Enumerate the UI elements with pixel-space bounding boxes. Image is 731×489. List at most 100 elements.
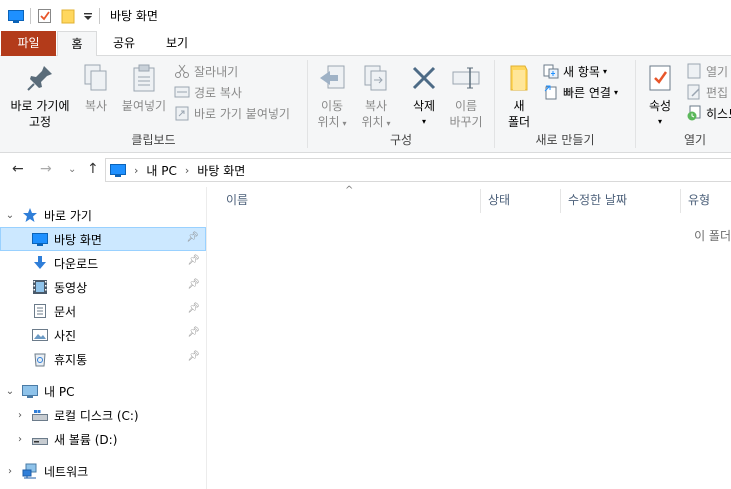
rename-label: 이름 바꾸기 bbox=[449, 99, 483, 129]
nav-item-drive-d[interactable]: › 새 볼륨 (D:) bbox=[0, 427, 206, 451]
address-desktop-icon bbox=[110, 162, 126, 178]
column-header-name[interactable]: 이름 bbox=[226, 187, 248, 213]
tab-home[interactable]: 홈 bbox=[57, 31, 97, 57]
breadcrumb-chevron-icon[interactable]: › bbox=[185, 164, 189, 177]
new-folder-icon bbox=[503, 62, 535, 94]
column-header-type[interactable]: 유형 bbox=[688, 187, 710, 213]
drive-label: 새 볼륨 (D:) bbox=[54, 432, 118, 447]
copy-to-label: 복사 위치 ▾ bbox=[361, 99, 391, 129]
pin-icon[interactable]: 📌︎ bbox=[187, 255, 200, 266]
pin-icon[interactable]: 📌︎ bbox=[186, 232, 199, 243]
properties-icon bbox=[644, 62, 676, 94]
properties-checkmark-icon[interactable] bbox=[37, 8, 53, 24]
toolbar-separator bbox=[30, 7, 31, 24]
column-header-date-modified[interactable]: 수정한 날짜 bbox=[568, 187, 627, 213]
properties-dropdown-icon[interactable]: ▾ bbox=[640, 114, 680, 130]
recent-locations-chevron-icon[interactable]: ⌄ bbox=[68, 164, 76, 175]
pin-icon[interactable]: 📌︎ bbox=[187, 303, 200, 314]
nav-item-downloads[interactable]: 다운로드 📌︎ bbox=[0, 251, 206, 275]
open-icon bbox=[686, 63, 702, 79]
column-divider[interactable] bbox=[680, 189, 681, 213]
new-folder-icon[interactable] bbox=[61, 8, 77, 24]
open-button[interactable]: 열기 bbox=[686, 61, 728, 81]
easy-access-label: 빠른 연결 bbox=[563, 85, 611, 100]
delete-x-icon bbox=[408, 62, 440, 94]
new-item-label: 새 항목 bbox=[563, 64, 600, 79]
open-group: 속성 ▾ 열기 편집 히스토 열기 bbox=[636, 56, 731, 153]
delete-dropdown-icon[interactable]: ▾ bbox=[406, 114, 442, 130]
network-node[interactable]: › 네트워크 bbox=[0, 459, 206, 483]
move-to-button[interactable]: 이동 위치 ▾ bbox=[312, 62, 352, 132]
pin-icon[interactable]: 📌︎ bbox=[187, 327, 200, 338]
clipboard-group: 바로 가기에 고정 복사 붙여넣기 잘라내기 경로 복사 바로 가기 붙여넣기 … bbox=[0, 56, 307, 153]
history-icon bbox=[686, 105, 702, 121]
delete-button[interactable]: 삭제 ▾ bbox=[406, 62, 442, 130]
nav-item-videos[interactable]: 동영상 📌︎ bbox=[0, 275, 206, 299]
open-group-label: 열기 bbox=[684, 133, 707, 147]
forward-arrow-icon[interactable]: → bbox=[40, 161, 52, 177]
address-bar[interactable]: › 내 PC › 바탕 화면 bbox=[105, 158, 731, 182]
window-desktop-icon[interactable] bbox=[8, 8, 24, 24]
new-item-button[interactable]: 새 항목 ▾ bbox=[543, 61, 607, 81]
nav-item-drive-c[interactable]: › 로컬 디스크 (C:) bbox=[0, 403, 206, 427]
customize-dropdown-icon[interactable] bbox=[83, 8, 93, 24]
history-label: 히스토 bbox=[706, 106, 731, 121]
properties-button[interactable]: 속성 ▾ bbox=[640, 62, 680, 130]
breadcrumb-this-pc[interactable]: 내 PC bbox=[146, 162, 176, 179]
history-button[interactable]: 히스토 bbox=[686, 103, 731, 123]
back-arrow-icon[interactable]: ← bbox=[12, 161, 24, 177]
copy-to-text: 복사 위치 bbox=[361, 99, 388, 129]
copy-path-button[interactable]: 경로 복사 bbox=[174, 82, 242, 102]
move-to-text: 이동 위치 bbox=[317, 99, 344, 129]
nav-item-desktop[interactable]: 바탕 화면 📌︎ bbox=[0, 227, 206, 251]
expanded-chevron-icon[interactable]: ⌄ bbox=[4, 210, 16, 221]
column-header-status[interactable]: 상태 bbox=[488, 187, 510, 213]
new-group: 새 폴더 새 항목 ▾ 빠른 연결 ▾ 새로 만들기 bbox=[495, 56, 635, 153]
copy-button[interactable]: 복사 bbox=[78, 62, 114, 114]
nav-item-recycle-bin[interactable]: 휴지통 📌︎ bbox=[0, 347, 206, 371]
nav-item-pictures[interactable]: 사진 📌︎ bbox=[0, 323, 206, 347]
pin-icon[interactable]: 📌︎ bbox=[187, 351, 200, 362]
copy-path-label: 경로 복사 bbox=[194, 85, 242, 100]
collapsed-chevron-icon[interactable]: › bbox=[14, 410, 26, 421]
tab-view[interactable]: 보기 bbox=[155, 31, 199, 56]
window-title: 바탕 화면 bbox=[110, 9, 158, 23]
breadcrumb-chevron-icon[interactable]: › bbox=[134, 164, 138, 177]
copy-to-button[interactable]: 복사 위치 ▾ bbox=[356, 62, 396, 132]
navigation-bar: ← → ⌄ ↑ › 내 PC › 바탕 화면 bbox=[0, 153, 731, 187]
ribbon: 바로 가기에 고정 복사 붙여넣기 잘라내기 경로 복사 바로 가기 붙여넣기 … bbox=[0, 56, 731, 153]
this-pc-node[interactable]: ⌄ 내 PC bbox=[0, 379, 206, 403]
edit-button[interactable]: 편집 bbox=[686, 82, 728, 102]
clipboard-group-label: 클립보드 bbox=[131, 133, 176, 147]
paste-shortcut-icon bbox=[174, 105, 190, 121]
tab-file[interactable]: 파일 bbox=[1, 31, 56, 56]
quick-access-node[interactable]: ⌄ 바로 가기 bbox=[0, 203, 206, 227]
title-bar: 바탕 화면 bbox=[0, 0, 731, 31]
new-folder-button[interactable]: 새 폴더 bbox=[499, 62, 539, 130]
pin-icon[interactable]: 📌︎ bbox=[187, 279, 200, 290]
collapsed-chevron-icon[interactable]: › bbox=[4, 466, 16, 477]
rename-button[interactable]: 이름 바꾸기 bbox=[446, 62, 486, 130]
cut-label: 잘라내기 bbox=[194, 64, 239, 79]
up-arrow-icon[interactable]: ↑ bbox=[87, 161, 99, 177]
picture-icon bbox=[32, 327, 48, 343]
pin-to-quick-access-button[interactable]: 바로 가기에 고정 bbox=[4, 62, 76, 130]
easy-access-button[interactable]: 빠른 연결 ▾ bbox=[543, 82, 618, 102]
drive-label: 로컬 디스크 (C:) bbox=[54, 408, 139, 423]
nav-item-documents[interactable]: 문서 📌︎ bbox=[0, 299, 206, 323]
nav-item-label: 다운로드 bbox=[54, 256, 99, 271]
expanded-chevron-icon[interactable]: ⌄ bbox=[4, 386, 16, 397]
paste-button[interactable]: 붙여넣기 bbox=[117, 62, 171, 114]
tab-share[interactable]: 공유 bbox=[103, 31, 145, 56]
collapsed-chevron-icon[interactable]: › bbox=[14, 434, 26, 445]
easy-access-icon bbox=[543, 84, 559, 100]
cut-button[interactable]: 잘라내기 bbox=[174, 61, 238, 81]
scissors-icon bbox=[174, 63, 190, 79]
column-divider[interactable] bbox=[480, 189, 481, 213]
breadcrumb-desktop[interactable]: 바탕 화면 bbox=[197, 162, 245, 179]
copy-path-icon bbox=[174, 84, 190, 100]
video-icon bbox=[32, 279, 48, 295]
column-divider[interactable] bbox=[560, 189, 561, 213]
nav-item-label: 바탕 화면 bbox=[54, 232, 102, 247]
paste-shortcut-button[interactable]: 바로 가기 붙여넣기 bbox=[174, 103, 290, 123]
